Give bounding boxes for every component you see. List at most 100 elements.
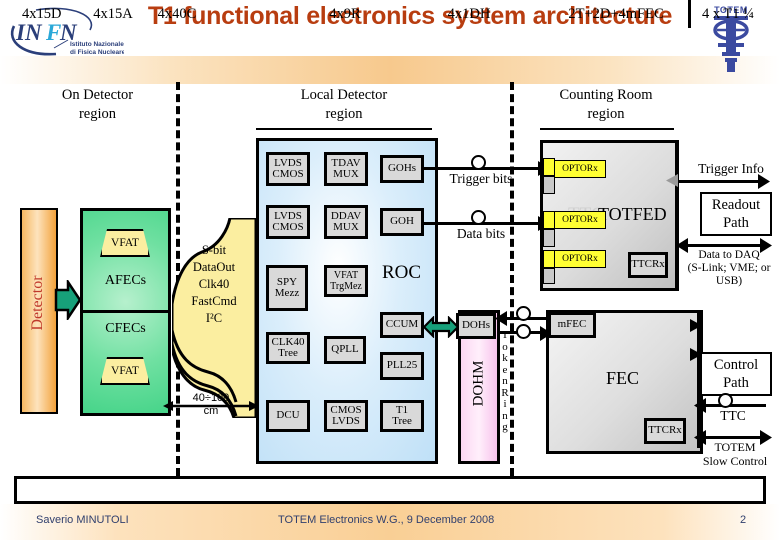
- totfed-ttcrx[interactable]: TTCRx: [628, 252, 668, 278]
- optorx-module-2[interactable]: OPTORx: [554, 211, 606, 229]
- data-bits-label: Data bits: [456, 226, 506, 241]
- optorx-module-1[interactable]: OPTORx: [554, 160, 606, 178]
- optical-fiber-icon-token-2: [516, 324, 531, 339]
- module-t1-tree[interactable]: T1 Tree: [380, 400, 424, 432]
- trigger-bits-label: Trigger bits: [449, 171, 513, 186]
- module-spy-mezz[interactable]: SPY Mezz: [266, 265, 308, 311]
- totfed-title: TOTFED: [598, 204, 667, 224]
- vfat-bottom-wrap: VFAT: [100, 357, 150, 385]
- region-label-line2: region: [78, 106, 117, 122]
- title-band: [0, 56, 780, 84]
- module-dcu[interactable]: DCU: [266, 400, 310, 432]
- region-underline-counting: [540, 128, 674, 130]
- optical-fiber-icon-data: [471, 210, 486, 225]
- vfat-chip-bottom: VFAT: [100, 357, 150, 385]
- token-ring-arrowhead-left: [495, 311, 507, 331]
- count-cell-4xt1: 4 x T1 ¼: [701, 5, 755, 22]
- trigger-info-line: [678, 180, 764, 183]
- infn-subtitle-1: Istituto Nazionale: [70, 41, 124, 48]
- cable-bundle: S-bit DataOut Clk40 FastCmd I²C: [172, 218, 256, 418]
- module-clk40-tree[interactable]: CLK40 Tree: [266, 332, 310, 364]
- region-header-local-detector: Local Detector region: [256, 86, 432, 124]
- count-cell-4x15a: 4x15A: [93, 5, 133, 22]
- footer-page-number: 2: [740, 514, 747, 526]
- region-header-counting-room: Counting Room region: [528, 86, 684, 124]
- footer-event: TOTEM Electronics W.G., 9 December 2008: [278, 514, 495, 526]
- region-header-on-detector: On Detector region: [30, 86, 165, 124]
- trigger-bits-line: [424, 167, 545, 170]
- token-ring-label: TokenRing: [501, 329, 509, 433]
- totfed-grey-tab-3: [543, 268, 555, 284]
- roc-title: ROC: [382, 262, 422, 283]
- control-feed-arrow-2: [690, 348, 702, 366]
- afecs-label: AFECs: [104, 273, 147, 288]
- control-feed-arrow-1: [690, 319, 702, 337]
- vfat-top-wrap: VFAT: [100, 229, 150, 257]
- detector-strip: Detector: [20, 208, 58, 414]
- module-lvds-cmos-1[interactable]: LVDS CMOS: [266, 152, 310, 186]
- module-lvds-cmos-2[interactable]: LVDS CMOS: [266, 205, 310, 239]
- module-gohs[interactable]: GOHs: [380, 155, 424, 183]
- count-cell-2t2d4mfec: 2T+2D+4mFEC: [568, 5, 664, 22]
- region-label-line1: On Detector: [61, 87, 134, 103]
- bottom-summary-bar: [14, 476, 766, 504]
- optical-fiber-icon-ttc: [718, 393, 733, 408]
- readout-path-box: Readout Path: [700, 192, 772, 236]
- data-to-daq-label: Data to DAQ (S-Link; VME; or USB): [687, 249, 771, 287]
- signal-arrow-detector-to-fec: [54, 277, 82, 325]
- cable-line-clk40: Clk40: [198, 277, 230, 291]
- cable-line-i2c: I²C: [205, 311, 223, 325]
- vfat-chip-top: VFAT: [100, 229, 150, 257]
- module-tdav-mux[interactable]: TDAV MUX: [324, 152, 368, 186]
- fec-title: FEC: [606, 368, 640, 388]
- module-qpll[interactable]: QPLL: [324, 336, 366, 364]
- cable-line-dataout: DataOut: [192, 260, 236, 274]
- module-vfat-trgmez[interactable]: VFAT TrgMez: [324, 265, 368, 297]
- detector-label: Detector: [29, 275, 46, 331]
- trigger-info-label: Trigger Info: [698, 161, 764, 176]
- optical-fiber-icon-token-1: [516, 306, 531, 321]
- trigger-info-feed-arrow: [666, 174, 678, 192]
- region-label-line1: Counting Room: [559, 87, 653, 103]
- control-path-box: Control Path: [700, 352, 772, 396]
- totfed-grey-tab-2: [543, 229, 555, 247]
- infn-subtitle-2: di Fisica Nucleare: [70, 49, 124, 56]
- module-ccum[interactable]: CCUM: [380, 312, 424, 338]
- module-goh[interactable]: GOH: [380, 208, 424, 236]
- slow-control-line: [700, 436, 766, 439]
- slide-canvas: T1 functional electronics system archite…: [0, 0, 780, 540]
- optical-fiber-icon-trigger: [471, 155, 486, 170]
- fec-ttcrx[interactable]: TTCRx: [644, 418, 686, 444]
- mfec-module[interactable]: mFEC: [548, 312, 596, 338]
- footer-text-group: Saverio MINUTOLI TOTEM Electronics W.G.,…: [0, 504, 780, 540]
- ttc-line: [700, 404, 766, 407]
- region-label-line2: region: [325, 106, 363, 122]
- cable-line-sbit: S-bit: [201, 243, 227, 257]
- optorx-module-3[interactable]: OPTORx: [554, 250, 606, 268]
- distance-value: 40÷100: [192, 392, 230, 404]
- front-end-divider: [83, 310, 168, 313]
- signal-arrow-ccum-dohs: [422, 315, 460, 343]
- region-label-line1: Local Detector: [300, 87, 388, 103]
- module-cmos-lvds[interactable]: CMOS LVDS: [324, 400, 368, 432]
- count-cell-4x9r: 4x9R: [329, 5, 361, 22]
- count-cell-4x1dh: 4x1DH: [447, 5, 491, 22]
- module-pll25[interactable]: PLL25: [380, 352, 424, 380]
- footer-author: Saverio MINUTOLI: [36, 514, 129, 526]
- region-label-line2: region: [587, 106, 625, 122]
- cable-signal-list: S-bit DataOut Clk40 FastCmd I²C: [172, 242, 256, 327]
- data-bits-line: [424, 222, 545, 225]
- trigger-info-arrowhead: [758, 174, 770, 194]
- distance-label: 40÷100 cm: [175, 392, 247, 418]
- module-ddav-mux[interactable]: DDAV MUX: [324, 205, 368, 239]
- dohs-module[interactable]: DOHs: [456, 313, 496, 339]
- region-underline-local: [256, 128, 432, 130]
- distance-unit: cm: [203, 405, 219, 417]
- cfecs-label: CFECs: [105, 321, 146, 336]
- ttc-label: TTC: [720, 408, 746, 423]
- count-cell-4x40c: 4x40C: [157, 5, 197, 22]
- slow-control-label: TOTEM Slow Control: [702, 440, 768, 468]
- cable-line-fastcmd: FastCmd: [191, 294, 237, 308]
- data-to-daq-line: [682, 244, 766, 247]
- front-end-block: VFAT AFECs CFECs VFAT: [80, 208, 171, 416]
